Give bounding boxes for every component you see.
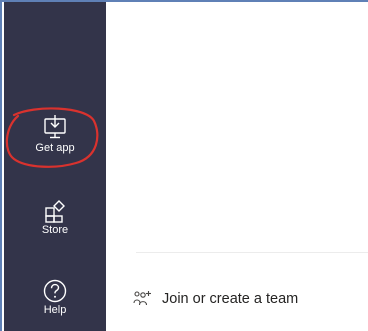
app-bar: Get app Store Help (4, 2, 106, 331)
join-or-create-team-button[interactable]: Join or create a team (132, 289, 298, 309)
people-add-icon (133, 291, 151, 306)
store-label: Store (41, 224, 69, 236)
get-app-button[interactable]: Get app (4, 114, 106, 155)
divider (136, 252, 368, 253)
main-content: Join or create a team (106, 2, 368, 331)
get-app-label: Get app (35, 142, 75, 154)
app-window: Get app Store Help Join or create a team (0, 0, 368, 331)
help-icon (43, 279, 67, 303)
help-button[interactable]: Help (4, 278, 106, 317)
download-monitor-icon (44, 115, 66, 139)
store-icon (45, 200, 65, 223)
store-button[interactable]: Store (4, 198, 106, 237)
join-or-create-team-label: Join or create a team (162, 291, 299, 307)
help-label: Help (43, 304, 67, 316)
